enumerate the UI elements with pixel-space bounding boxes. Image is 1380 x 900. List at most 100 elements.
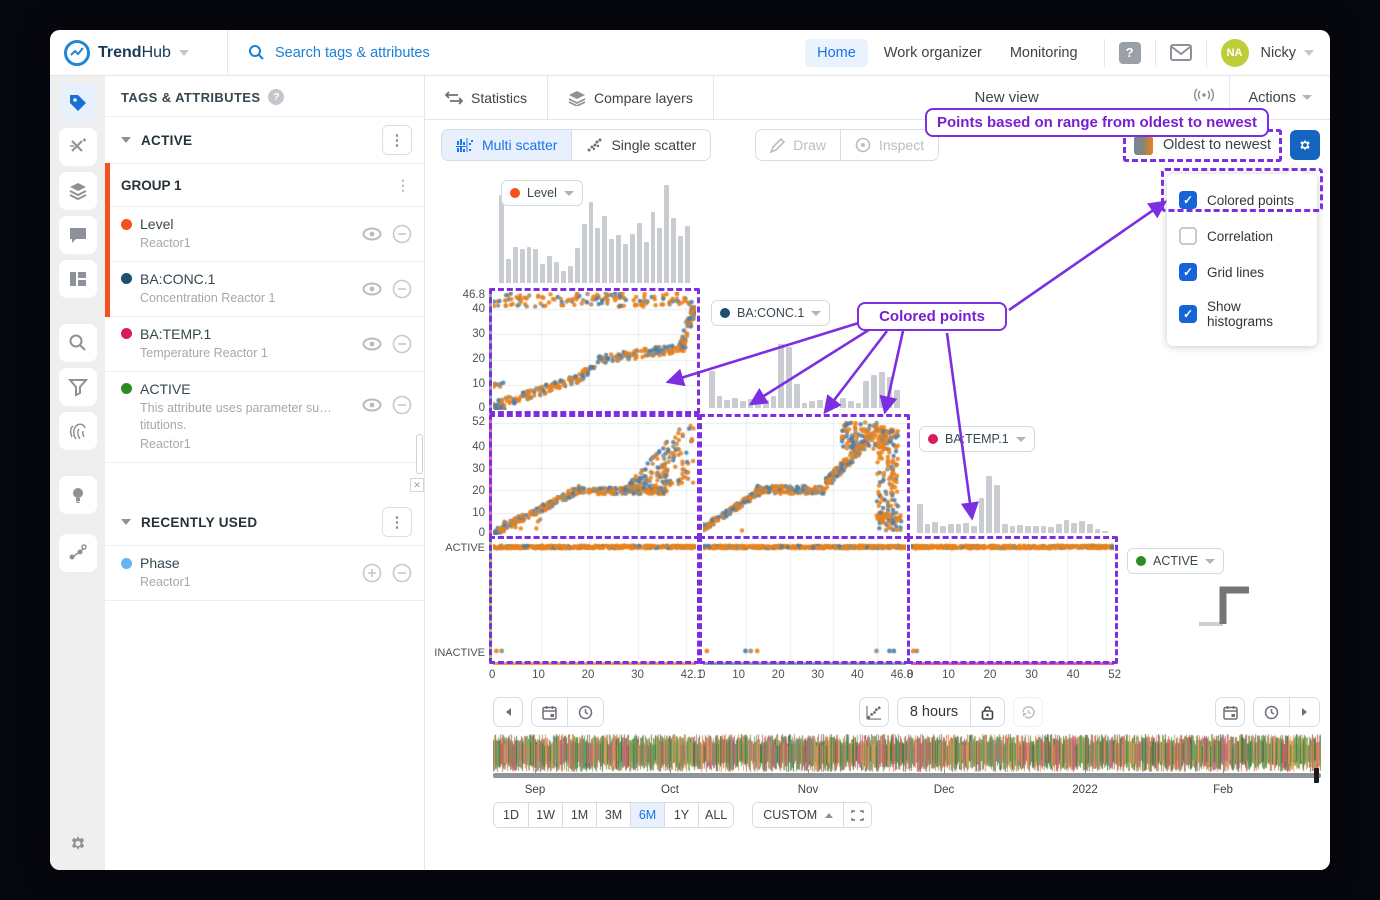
- minus-circle-icon[interactable]: [392, 395, 412, 415]
- scatter-cell-active-vs-level[interactable]: [493, 540, 696, 660]
- app-title: TrendHub: [98, 44, 171, 62]
- help-button[interactable]: ?: [1119, 42, 1141, 64]
- range-1d[interactable]: 1D: [494, 803, 528, 827]
- eye-icon[interactable]: [362, 337, 382, 351]
- duration-value[interactable]: 8 hours: [898, 698, 970, 726]
- multi-scatter-tab[interactable]: Multi scatter: [442, 130, 571, 160]
- section-menu-button[interactable]: ⋮: [382, 507, 412, 537]
- tags-rail-button[interactable]: [59, 84, 97, 122]
- range-1y[interactable]: 1Y: [664, 803, 698, 827]
- fingerprint-rail-button[interactable]: [59, 412, 97, 450]
- timeline-strip[interactable]: [493, 734, 1321, 772]
- lock-icon[interactable]: [970, 698, 1004, 726]
- legend-chip-temp[interactable]: BA:TEMP.1: [919, 426, 1035, 452]
- checkbox-unchecked-icon[interactable]: [1179, 227, 1197, 245]
- context-graph-rail-button[interactable]: [59, 534, 97, 572]
- history-button[interactable]: [1013, 697, 1043, 727]
- compare-layers-button[interactable]: Compare layers: [548, 76, 714, 119]
- y-tick: 20: [441, 485, 485, 497]
- help-circle-icon[interactable]: ?: [268, 89, 284, 105]
- tag-item-temp[interactable]: BA:TEMP.1 Temperature Reactor 1: [105, 317, 424, 372]
- step-back-button[interactable]: [493, 697, 523, 727]
- minus-circle-icon[interactable]: [392, 279, 412, 299]
- tag-item-phase[interactable]: Phase Reactor1: [105, 545, 424, 601]
- eye-icon[interactable]: [362, 227, 382, 241]
- fit-range-button[interactable]: [843, 803, 871, 827]
- checkbox-checked-icon[interactable]: ✓: [1179, 263, 1197, 281]
- global-search[interactable]: Search tags & attributes: [228, 44, 805, 61]
- chevron-down-icon[interactable]: [1304, 50, 1314, 56]
- nav-work-organizer[interactable]: Work organizer: [872, 39, 994, 67]
- menu-item-grid-lines[interactable]: ✓Grid lines: [1167, 254, 1317, 290]
- scatter-cell-active-vs-temp[interactable]: [911, 540, 1114, 660]
- scatter-settings-button[interactable]: [1290, 130, 1320, 160]
- formulas-rail-button[interactable]: [59, 128, 97, 166]
- scatter-cell-conc-vs-level[interactable]: [493, 292, 696, 410]
- calendar-button[interactable]: [532, 698, 567, 726]
- gradient-swatch-icon: [1134, 136, 1153, 155]
- minus-circle-icon[interactable]: [392, 334, 412, 354]
- histogram-bar: [809, 401, 815, 408]
- legend-chip-level[interactable]: Level: [501, 180, 583, 206]
- histogram-cell-active[interactable]: ACTIVE: [1119, 540, 1325, 660]
- tag-item-level[interactable]: Level Reactor1: [105, 207, 424, 262]
- dashboard-rail-button[interactable]: [59, 260, 97, 298]
- layers-rail-button[interactable]: [59, 172, 97, 210]
- histogram-cell-temp[interactable]: BA:TEMP.1: [911, 418, 1114, 535]
- custom-range-button[interactable]: CUSTOM: [753, 803, 843, 827]
- close-icon[interactable]: ✕: [410, 478, 424, 492]
- range-all[interactable]: ALL: [698, 803, 733, 827]
- eye-icon[interactable]: [362, 398, 382, 412]
- tag-color-dot: [121, 328, 132, 339]
- calendar-button[interactable]: [1215, 697, 1245, 727]
- mail-icon[interactable]: [1170, 44, 1192, 61]
- section-menu-button[interactable]: ⋮: [382, 125, 412, 155]
- scatter-cell-temp-vs-level[interactable]: [493, 418, 696, 535]
- range-1m[interactable]: 1M: [562, 803, 596, 827]
- single-scatter-tab[interactable]: Single scatter: [571, 130, 710, 160]
- range-3m[interactable]: 3M: [596, 803, 630, 827]
- histogram-cell-level[interactable]: Level: [493, 172, 696, 285]
- tag-item-conc[interactable]: BA:CONC.1 Concentration Reactor 1: [105, 262, 424, 317]
- sidebar-scrollbar-thumb[interactable]: [416, 434, 423, 474]
- recent-section-header[interactable]: RECENTLY USED ⋮: [105, 499, 424, 545]
- step-forward-button[interactable]: [1289, 698, 1319, 726]
- group-row[interactable]: GROUP 1 ⋮: [105, 163, 424, 207]
- nav-home[interactable]: Home: [805, 39, 868, 67]
- clock-button[interactable]: [567, 698, 603, 726]
- user-name[interactable]: Nicky: [1261, 45, 1296, 61]
- checkbox-checked-icon[interactable]: ✓: [1179, 305, 1197, 323]
- settings-rail-button[interactable]: [59, 824, 97, 862]
- legend-chip-conc[interactable]: BA:CONC.1: [711, 300, 830, 326]
- tag-item-active[interactable]: ACTIVE This attribute uses parameter su……: [105, 372, 424, 464]
- legend-chip-active[interactable]: ACTIVE: [1127, 548, 1224, 574]
- minus-circle-icon[interactable]: [392, 563, 412, 583]
- nav-monitoring[interactable]: Monitoring: [998, 39, 1090, 67]
- logo[interactable]: TrendHub: [50, 30, 228, 75]
- range-1w[interactable]: 1W: [528, 803, 562, 827]
- comments-rail-button[interactable]: [59, 216, 97, 254]
- scrubber-handle[interactable]: [1314, 768, 1319, 783]
- scatter-cell-temp-vs-conc[interactable]: [703, 418, 906, 535]
- chevron-down-icon[interactable]: [179, 50, 189, 56]
- scatter-duration-button[interactable]: [859, 697, 889, 727]
- group-menu-button[interactable]: ⋮: [396, 177, 410, 194]
- active-section-header[interactable]: ACTIVE ⋮: [105, 117, 424, 163]
- eye-icon[interactable]: [362, 282, 382, 296]
- range-6m[interactable]: 6M: [630, 803, 664, 827]
- filter-rail-button[interactable]: [59, 368, 97, 406]
- menu-item-show-histograms[interactable]: ✓Show histograms: [1167, 290, 1317, 338]
- scatter-cell-active-vs-conc[interactable]: [703, 540, 906, 660]
- minus-circle-icon[interactable]: [392, 224, 412, 244]
- draw-button[interactable]: Draw: [756, 130, 840, 160]
- clock-button[interactable]: [1254, 698, 1289, 726]
- statistics-button[interactable]: Statistics: [425, 76, 548, 119]
- search-rail-button[interactable]: [59, 324, 97, 362]
- timeline-scrubber[interactable]: [493, 773, 1321, 778]
- plus-circle-icon[interactable]: [362, 563, 382, 583]
- menu-item-correlation[interactable]: Correlation: [1167, 218, 1317, 254]
- inspect-button[interactable]: Inspect: [840, 130, 938, 160]
- insights-rail-button[interactable]: [59, 476, 97, 514]
- user-avatar[interactable]: NA: [1221, 39, 1249, 67]
- broadcast-icon[interactable]: [1179, 88, 1229, 107]
